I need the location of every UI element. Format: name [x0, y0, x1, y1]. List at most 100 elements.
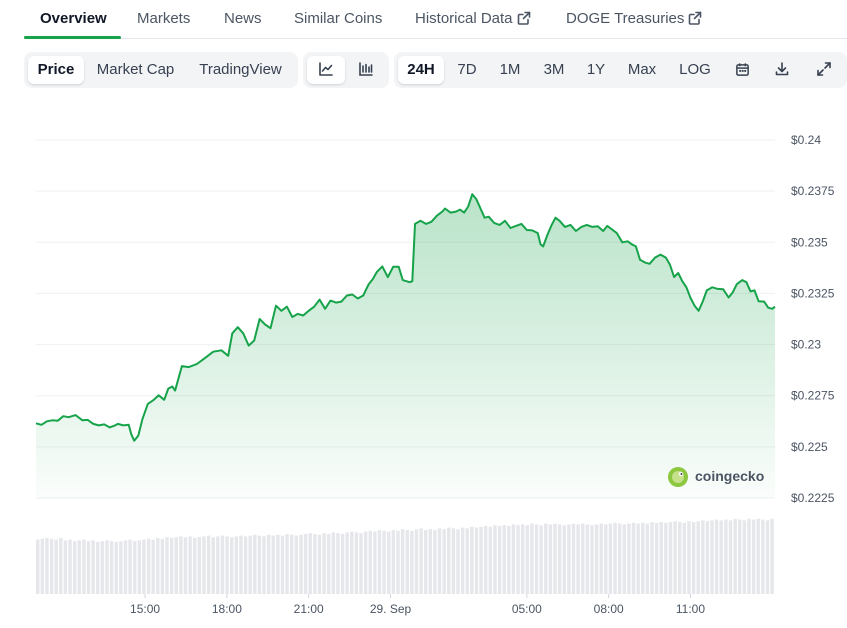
- range-1y-button[interactable]: 1Y: [578, 56, 614, 84]
- tradingview-view-button[interactable]: TradingView: [187, 56, 294, 84]
- line-chart-button[interactable]: [307, 56, 345, 84]
- tab-overview[interactable]: Overview: [40, 10, 107, 27]
- volume-bar: [54, 539, 58, 594]
- volume-bar: [751, 519, 756, 594]
- tab-historical-data-label: Historical Data: [415, 10, 513, 27]
- volume-bar: [262, 536, 266, 594]
- y-tick-label: $0.235: [791, 235, 828, 249]
- volume-bar: [636, 523, 640, 594]
- y-tick-label: $0.2325: [791, 286, 835, 300]
- tab-news[interactable]: News: [224, 10, 262, 27]
- volume-bar: [188, 536, 192, 594]
- tab-historical-data[interactable]: Historical Data: [415, 10, 531, 27]
- tab-markets[interactable]: Markets: [137, 10, 190, 27]
- volume-bar: [761, 519, 765, 594]
- volume-bar: [594, 524, 599, 594]
- volume-bar: [179, 536, 183, 594]
- price-chart[interactable]: $0.24 $0.2375 $0.235 $0.2325 $0.23 $0.2275 $0.…: [0, 95, 847, 628]
- log-scale-button[interactable]: LOG: [670, 56, 720, 84]
- volume-bar: [123, 540, 128, 594]
- volume-bar: [49, 538, 54, 594]
- volume-bar: [128, 539, 132, 594]
- volume-bar: [668, 522, 673, 594]
- volume-bar: [114, 542, 118, 594]
- volume-bar: [673, 521, 677, 594]
- tab-similar-coins[interactable]: Similar Coins: [294, 10, 382, 27]
- range-24h-button[interactable]: 24H: [398, 56, 444, 84]
- volume-bar: [86, 541, 91, 594]
- volume-bar: [414, 529, 419, 594]
- volume-bar: [243, 536, 248, 594]
- volume-bar: [599, 523, 603, 594]
- volume-bar: [248, 535, 252, 594]
- volume-bar: [456, 529, 460, 594]
- volume-bar: [266, 534, 271, 594]
- volume-bar: [96, 542, 100, 594]
- volume-bar: [220, 535, 225, 594]
- y-tick-label: $0.23: [791, 338, 821, 352]
- volume-bar: [100, 541, 105, 594]
- volume-bar: [756, 518, 760, 594]
- candlestick-chart-icon: [359, 62, 373, 76]
- volume-bar: [701, 520, 705, 594]
- volume-bar: [627, 523, 631, 594]
- volume-bar: [45, 538, 49, 594]
- volume-bar: [308, 533, 312, 594]
- volume-bar: [534, 524, 539, 594]
- volume-bar: [313, 534, 317, 594]
- volume-bar: [728, 520, 733, 594]
- volume-bar: [641, 522, 645, 594]
- volume-bar: [72, 541, 77, 594]
- volume-bar: [410, 530, 414, 594]
- price-view-button[interactable]: Price: [28, 56, 84, 84]
- x-tick-label: 05:00: [512, 602, 542, 616]
- fullscreen-button[interactable]: [806, 56, 842, 84]
- range-selector: 24H 7D 1M 3M 1Y Max LOG: [394, 52, 847, 88]
- calendar-icon: [735, 62, 749, 76]
- download-button[interactable]: [764, 56, 800, 84]
- volume-bar: [507, 526, 511, 594]
- y-tick-label: $0.2275: [791, 389, 835, 403]
- range-1m-button[interactable]: 1M: [490, 56, 530, 84]
- download-icon: [775, 62, 789, 76]
- volume-bar: [105, 540, 109, 594]
- volume-bar: [63, 540, 68, 594]
- volume-bar: [165, 537, 169, 594]
- volume-bar: [608, 523, 613, 594]
- volume-bar: [160, 538, 165, 594]
- volume-bar: [433, 530, 437, 594]
- fullscreen-icon: [817, 62, 831, 76]
- volume-bar: [387, 531, 391, 594]
- x-tick-label: 18:00: [212, 602, 242, 616]
- tab-doge-treasuries[interactable]: DOGE Treasuries: [566, 10, 702, 27]
- volume-bar: [484, 526, 488, 594]
- calendar-button[interactable]: [724, 56, 760, 84]
- volume-bar: [567, 524, 571, 594]
- volume-bar: [470, 526, 474, 594]
- volume-bar: [585, 524, 590, 594]
- volume-bar: [174, 537, 178, 594]
- volume-bar: [562, 525, 566, 594]
- volume-bar: [678, 522, 682, 594]
- range-7d-button[interactable]: 7D: [448, 56, 486, 84]
- volume-bar: [40, 538, 45, 594]
- volume-bar: [474, 527, 479, 594]
- volume-bar: [654, 522, 659, 594]
- volume-bar: [544, 523, 548, 594]
- volume-bar: [553, 523, 557, 594]
- volume-bar: [557, 524, 562, 594]
- volume-bar: [400, 529, 405, 594]
- range-max-button[interactable]: Max: [618, 56, 666, 84]
- volume-bar: [216, 536, 220, 594]
- volume-bar: [581, 523, 585, 594]
- volume-bar: [239, 535, 243, 594]
- top-nav: Overview Markets News Similar Coins Hist…: [24, 0, 847, 39]
- volume-bar: [303, 534, 308, 594]
- price-area: [36, 194, 775, 498]
- candlestick-chart-button[interactable]: [347, 56, 385, 84]
- volume-bar: [571, 523, 576, 594]
- market-cap-view-button[interactable]: Market Cap: [88, 56, 183, 84]
- x-tick-label: 21:00: [294, 602, 324, 616]
- volume-bar: [447, 527, 451, 594]
- range-3m-button[interactable]: 3M: [534, 56, 574, 84]
